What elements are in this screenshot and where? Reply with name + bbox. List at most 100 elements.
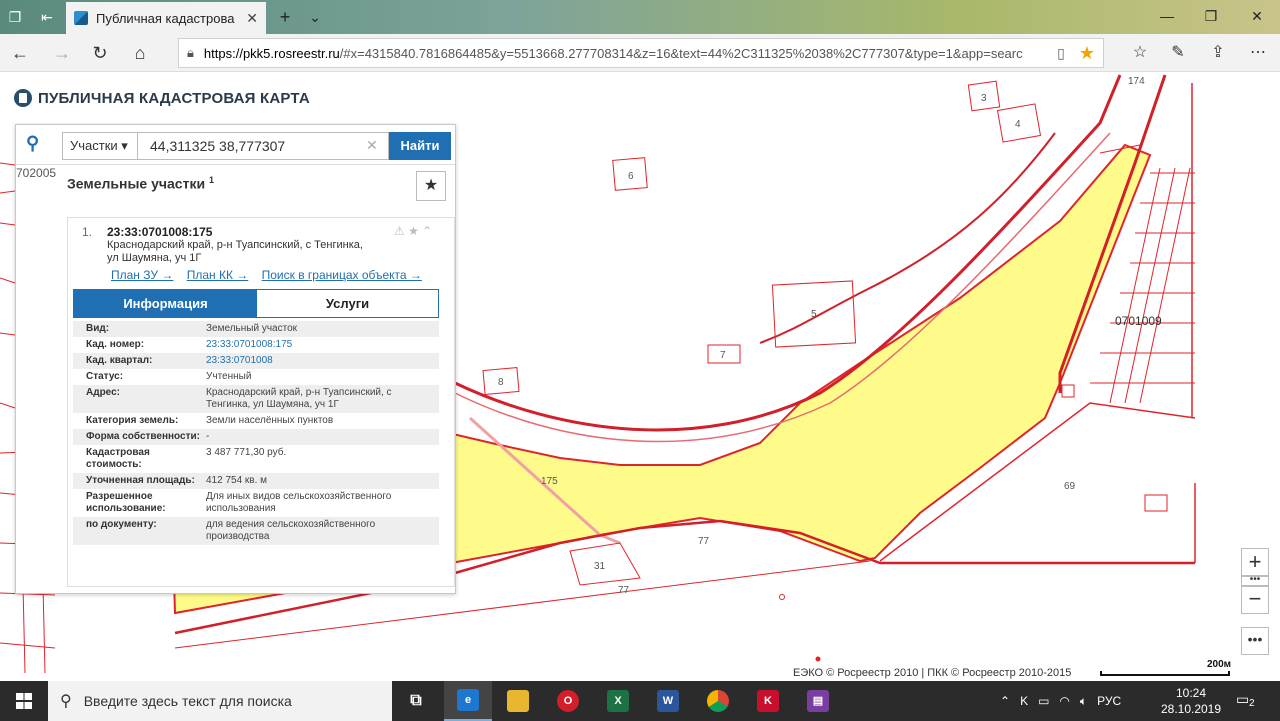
plot-label-174: 174 bbox=[1128, 76, 1145, 87]
tab-list-chevron-icon[interactable]: ⌄ bbox=[306, 8, 324, 26]
result-card[interactable]: 1. 23:33:0701008:175 Краснодарский край,… bbox=[67, 217, 455, 587]
plot-label-77a: 77 bbox=[698, 536, 710, 547]
clear-search-icon[interactable]: ✕ bbox=[366, 137, 378, 154]
zoom-out-button[interactable]: − bbox=[1241, 586, 1269, 614]
media-app[interactable]: ▤ bbox=[794, 681, 842, 721]
notifications-icon[interactable]: ▭ bbox=[1236, 691, 1249, 708]
search-panel: ⚲ Участки ▾ 44,311325 38,777307 ✕ Найти … bbox=[15, 124, 456, 594]
tab-close-icon[interactable]: ✕ bbox=[246, 10, 258, 27]
info-row: Разрешенное использование: Для иных видов… bbox=[86, 491, 392, 514]
collapse-chevron-icon[interactable]: ⌃ bbox=[422, 224, 432, 238]
navigation-bar: ← → ↻ ⌂ 🔒︎ https://pkk5.rosreestr.ru/#x=… bbox=[0, 34, 1280, 72]
address-bar[interactable]: 🔒︎ https://pkk5.rosreestr.ru/#x=4315840.… bbox=[178, 38, 1104, 68]
find-button[interactable]: Найти bbox=[389, 132, 451, 160]
battery-icon[interactable]: ▭ bbox=[1038, 694, 1049, 708]
taskbar-search-placeholder: Введите здесь текст для поиска bbox=[83, 693, 292, 709]
plan-zu-link[interactable]: План ЗУ → bbox=[111, 268, 173, 282]
tab-services[interactable]: Услуги bbox=[257, 290, 438, 317]
folder-icon bbox=[507, 690, 529, 712]
zoom-in-button[interactable]: + bbox=[1241, 548, 1269, 576]
plot-label-5: 5 bbox=[811, 309, 817, 320]
plot-label-8: 8 bbox=[498, 377, 504, 388]
wifi-icon[interactable]: ◠ bbox=[1059, 694, 1069, 708]
browser-window: ❐ ⇤ Публичная кадастрова ✕ + ⌄ — ❐ ✕ ← →… bbox=[0, 0, 1280, 721]
favorites-list-icon[interactable]: ☆ bbox=[1128, 42, 1152, 64]
search-type-dropdown[interactable]: Участки ▾ bbox=[62, 132, 138, 160]
language-indicator[interactable]: РУС bbox=[1097, 694, 1121, 708]
chrome-app[interactable] bbox=[694, 681, 742, 721]
back-button[interactable]: ← bbox=[8, 42, 32, 64]
result-index: 1. bbox=[82, 225, 93, 239]
result-actions: ⚠ ★ ⌃ bbox=[394, 224, 432, 238]
maximize-button[interactable]: ❐ bbox=[1196, 6, 1226, 26]
tab-actions-icon[interactable]: ❐ bbox=[6, 8, 24, 26]
explorer-app[interactable] bbox=[494, 681, 542, 721]
app-brand[interactable]: ПУБЛИЧНАЯ КАДАСТРОВАЯ КАРТА bbox=[14, 89, 310, 107]
kaspersky-tray-icon[interactable]: K bbox=[1020, 694, 1028, 708]
refresh-button[interactable]: ↻ bbox=[88, 42, 112, 64]
plot-label-77b: 77 bbox=[618, 585, 630, 596]
info-row: Адрес: Краснодарский край, р-н Туапсински… bbox=[73, 385, 439, 413]
home-button[interactable]: ⌂ bbox=[128, 42, 152, 64]
opera-app[interactable]: O bbox=[544, 681, 592, 721]
zoom-levels-icon[interactable]: ••• bbox=[1241, 575, 1269, 586]
favorites-button[interactable]: ★ bbox=[416, 171, 446, 201]
favorite-star-icon[interactable]: ★ bbox=[1079, 43, 1095, 64]
tab-aside-icon[interactable]: ⇤ bbox=[38, 8, 56, 26]
tab-title: Публичная кадастрова bbox=[96, 10, 235, 26]
notifications-count: 2 bbox=[1249, 698, 1255, 709]
map-menu-button[interactable]: ••• bbox=[1241, 627, 1269, 655]
share-icon[interactable]: ⇪ bbox=[1206, 42, 1230, 64]
url-text[interactable]: https://pkk5.rosreestr.ru/#x=4315840.781… bbox=[204, 46, 1043, 61]
search-input[interactable]: 44,311325 38,777307 bbox=[137, 132, 389, 160]
tab-active[interactable]: Публичная кадастрова ✕ bbox=[66, 2, 266, 34]
tab-bar: ❐ ⇤ Публичная кадастрова ✕ + ⌄ — ❐ ✕ bbox=[0, 0, 1280, 34]
tray-expand-icon[interactable]: ⌃ bbox=[1000, 694, 1010, 708]
volume-icon[interactable]: 🔈︎ bbox=[1080, 694, 1087, 709]
result-tabs: Информация Услуги bbox=[73, 289, 439, 318]
minimize-button[interactable]: — bbox=[1152, 6, 1182, 26]
tab-information[interactable]: Информация bbox=[74, 290, 257, 317]
search-row: ⚲ Участки ▾ 44,311325 38,777307 ✕ Найти bbox=[16, 125, 455, 165]
info-row: Вид: Земельный участок bbox=[73, 321, 439, 337]
plot-label-69: 69 bbox=[1064, 481, 1076, 492]
result-cadastral-number[interactable]: 23:33:0701008:175 bbox=[107, 225, 212, 239]
plot-label-175: 175 bbox=[541, 476, 558, 487]
plot-label-31: 31 bbox=[594, 561, 606, 572]
edge-icon: e bbox=[457, 689, 479, 711]
taskbar-search[interactable]: ⚲ Введите здесь текст для поиска bbox=[48, 681, 392, 721]
chrome-icon bbox=[707, 690, 729, 712]
word-app[interactable]: W bbox=[644, 681, 692, 721]
app-title: ПУБЛИЧНАЯ КАДАСТРОВАЯ КАРТА bbox=[38, 89, 310, 107]
system-tray: ⌃ K ▭ ◠ 🔈︎ РУС bbox=[1000, 681, 1131, 721]
search-in-bounds-link[interactable]: Поиск в границах объекта → bbox=[262, 268, 422, 282]
task-view-button[interactable]: ⧉ bbox=[392, 681, 440, 721]
cadastral-map[interactable]: 3 4 6 5 7 8 175 77 31 77 69 174 0701009 … bbox=[0, 73, 1280, 681]
star-icon[interactable]: ★ bbox=[408, 224, 419, 238]
info-row: Форма собственности: - bbox=[73, 429, 439, 445]
plan-kk-link[interactable]: План КК → bbox=[187, 268, 249, 282]
forward-button[interactable]: → bbox=[50, 42, 74, 64]
opera-icon: O bbox=[557, 690, 579, 712]
pen-icon[interactable]: ✎ bbox=[1166, 42, 1190, 64]
reading-view-icon[interactable]: ▯ bbox=[1057, 45, 1065, 62]
plot-label-4: 4 bbox=[1015, 119, 1021, 130]
edge-app[interactable]: e bbox=[444, 681, 492, 721]
info-row: Кад. квартал: 23:33:0701008 bbox=[73, 353, 439, 369]
info-row: по документу: для ведения сельскохозяйств… bbox=[73, 517, 439, 545]
kaspersky-icon: K bbox=[757, 690, 779, 712]
new-tab-icon[interactable]: + bbox=[276, 8, 294, 26]
more-icon[interactable]: ⋯ bbox=[1246, 42, 1270, 64]
search-icon[interactable]: ⚲ bbox=[26, 133, 48, 155]
excel-app[interactable]: X bbox=[594, 681, 642, 721]
rosreestr-logo-icon bbox=[14, 89, 32, 107]
start-button[interactable] bbox=[0, 681, 48, 721]
plot-label-3: 3 bbox=[981, 93, 987, 104]
kaspersky-app[interactable]: K bbox=[744, 681, 792, 721]
clock[interactable]: 10:24 28.10.2019 bbox=[1160, 685, 1222, 717]
site-favicon-icon bbox=[74, 11, 88, 25]
plot-label-6: 6 bbox=[628, 171, 634, 182]
result-links: План ЗУ → План КК → Поиск в границах объ… bbox=[111, 268, 432, 282]
warning-icon[interactable]: ⚠ bbox=[394, 224, 405, 238]
close-window-button[interactable]: ✕ bbox=[1242, 6, 1272, 26]
